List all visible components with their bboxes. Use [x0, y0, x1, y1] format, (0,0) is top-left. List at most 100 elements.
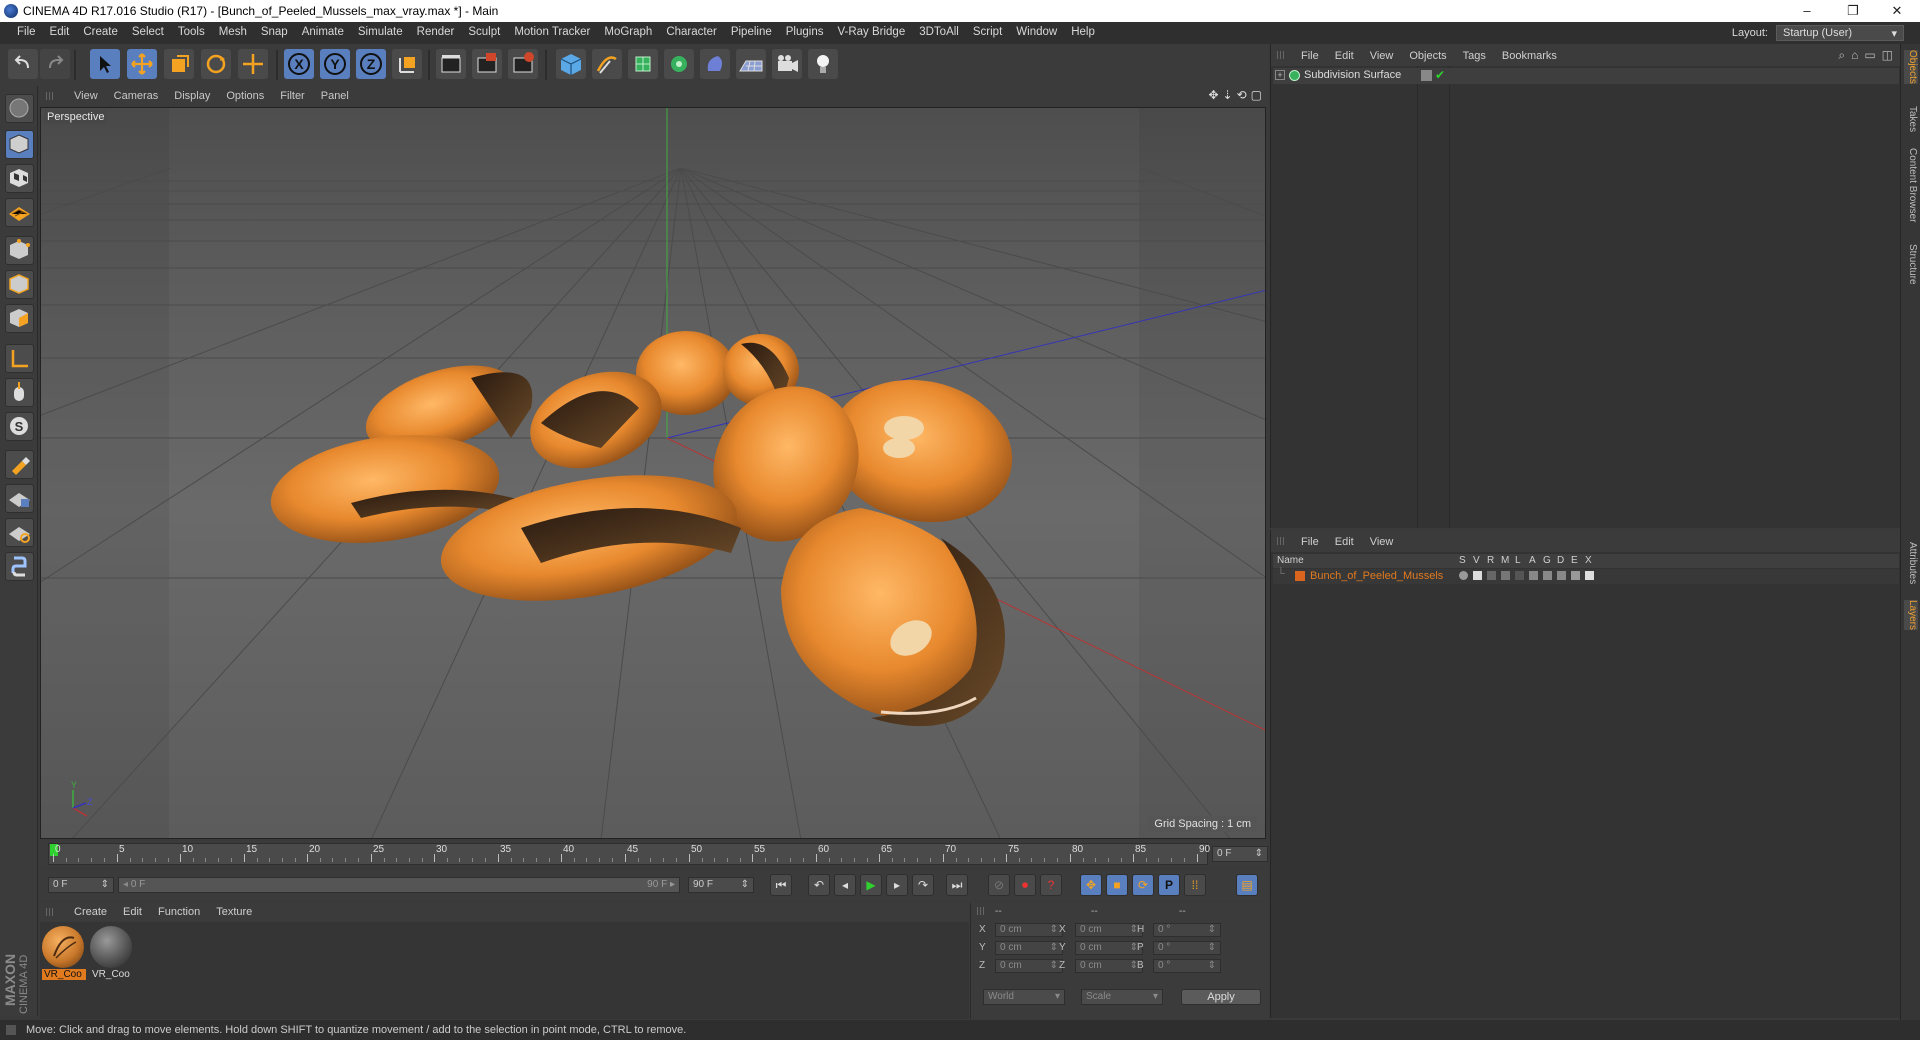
stepper-icon[interactable]: ⇕ [1050, 924, 1058, 935]
tab-content-browser[interactable]: Content Browser [1904, 148, 1918, 222]
maximize-view-icon[interactable]: ▢ [1251, 88, 1262, 102]
object-menu-file[interactable]: File [1293, 50, 1327, 62]
stepper-icon[interactable]: ⇕ [1208, 942, 1216, 953]
cube-object-button[interactable] [556, 49, 586, 79]
search-icon[interactable]: ⌕ [1838, 48, 1845, 63]
stepper-icon[interactable]: ⇕ [1208, 924, 1216, 935]
previous-frame-icon[interactable]: ◂ [834, 874, 856, 896]
manager-toggle-icon[interactable] [1501, 571, 1510, 580]
menu-render[interactable]: Render [410, 26, 462, 38]
polygons-mode-button[interactable] [5, 304, 34, 333]
redo-button[interactable] [40, 49, 70, 79]
motion-record-icon[interactable]: ⊘ [988, 874, 1010, 896]
minimize-button[interactable]: – [1784, 0, 1830, 22]
move-tool-button[interactable] [127, 49, 157, 79]
subdivision-surface-button[interactable] [628, 49, 658, 79]
viewport-menu-cameras[interactable]: Cameras [106, 90, 167, 102]
render-picture-viewer-button[interactable] [472, 49, 502, 79]
rotate-tool-button[interactable] [201, 49, 231, 79]
layer-menu-edit[interactable]: Edit [1327, 536, 1362, 548]
coord-value-field[interactable]: 0 ° ⇕ [1153, 959, 1221, 973]
tab-takes[interactable]: Takes [1904, 106, 1918, 132]
key-scale-icon[interactable]: ■ [1106, 874, 1128, 896]
current-frame-field[interactable]: 0 F ⇕ [1212, 846, 1268, 862]
render-view-button[interactable] [436, 49, 466, 79]
xref-toggle-icon[interactable] [1585, 571, 1594, 580]
render-toggle-icon[interactable] [1487, 571, 1496, 580]
undo-button[interactable] [8, 49, 38, 79]
coord-value-field[interactable]: 0 cm ⇕ [995, 941, 1063, 955]
menu-sculpt[interactable]: Sculpt [461, 26, 507, 38]
autokey-icon[interactable]: ? [1040, 874, 1062, 896]
material-swatch[interactable]: VR_Coo [90, 926, 134, 981]
model-mode-button[interactable] [5, 130, 34, 159]
lock-x-axis-button[interactable]: X [284, 49, 314, 79]
python-script-button[interactable] [5, 552, 34, 581]
menu-file[interactable]: File [10, 26, 43, 38]
maximize-icon[interactable]: ◫ [1882, 48, 1893, 63]
tab-objects[interactable]: Objects [1904, 50, 1918, 84]
render-settings-button[interactable] [508, 49, 538, 79]
coord-value-field[interactable]: 0 cm ⇕ [995, 923, 1063, 937]
planar-workplane-button[interactable] [5, 518, 34, 547]
close-button[interactable]: ✕ [1874, 0, 1920, 22]
menu-tools[interactable]: Tools [171, 26, 212, 38]
workplane-mode-button[interactable] [5, 198, 34, 227]
coord-value-field[interactable]: 0 ° ⇕ [1153, 941, 1221, 955]
select-tool-button[interactable] [90, 49, 120, 79]
new-view-icon[interactable]: ▭ [1864, 48, 1875, 63]
camera-object-button[interactable] [772, 49, 802, 79]
menu-animate[interactable]: Animate [295, 26, 351, 38]
key-rotation-icon[interactable]: ⟳ [1132, 874, 1154, 896]
light-object-button[interactable] [808, 49, 838, 79]
menu-pipeline[interactable]: Pipeline [724, 26, 779, 38]
menu-script[interactable]: Script [966, 26, 1009, 38]
orbit-icon[interactable]: ⟲ [1237, 88, 1247, 102]
menu-help[interactable]: Help [1064, 26, 1102, 38]
record-active-icon[interactable]: ⏺ [1014, 874, 1036, 896]
snap-button[interactable]: S [5, 412, 34, 441]
menu-character[interactable]: Character [659, 26, 724, 38]
object-row-subdivision-surface[interactable]: + Subdivision Surface ✔ [1273, 68, 1899, 84]
layer-color-swatch[interactable] [1295, 571, 1305, 581]
generators-toggle-icon[interactable] [1543, 571, 1552, 580]
menu-plugins[interactable]: Plugins [779, 26, 831, 38]
menu-mesh[interactable]: Mesh [212, 26, 254, 38]
cloner-button[interactable] [664, 49, 694, 79]
viewport-menu-display[interactable]: Display [166, 90, 218, 102]
material-swatch[interactable]: VR_Coo [42, 926, 86, 981]
key-parameter-icon[interactable]: P [1158, 874, 1180, 896]
stepper-icon[interactable]: ⇕ [1050, 960, 1058, 971]
lock-workplane-button[interactable] [5, 484, 34, 513]
menu-select[interactable]: Select [125, 26, 171, 38]
view-toggle-icon[interactable] [1473, 571, 1482, 580]
visibility-toggle-icon[interactable] [1421, 70, 1432, 81]
coordinate-space-dropdown[interactable]: World ▾ [983, 989, 1065, 1005]
menu-v-ray-bridge[interactable]: V-Ray Bridge [830, 26, 912, 38]
stepper-icon[interactable]: ⇕ [1208, 960, 1216, 971]
tab-attributes[interactable]: Attributes [1904, 542, 1918, 584]
key-position-icon[interactable]: ✥ [1080, 874, 1102, 896]
coord-value-field[interactable]: 0 cm ⇕ [1075, 923, 1143, 937]
magnet-tool-button[interactable] [5, 450, 34, 479]
layer-menu-file[interactable]: File [1293, 536, 1327, 548]
material-menu-function[interactable]: Function [150, 906, 208, 918]
next-frame-icon[interactable]: ▸ [886, 874, 908, 896]
object-menu-view[interactable]: View [1362, 50, 1402, 62]
size-mode-dropdown[interactable]: Scale ▾ [1081, 989, 1163, 1005]
perspective-viewport[interactable]: Y Z Perspective Grid Spacing : 1 cm [40, 107, 1266, 839]
menu-snap[interactable]: Snap [254, 26, 295, 38]
menu-create[interactable]: Create [76, 26, 125, 38]
frame-range-slider[interactable]: ◂ 0 F 90 F ▸ [118, 877, 680, 893]
viewport-menu-filter[interactable]: Filter [272, 90, 312, 102]
menu-window[interactable]: Window [1009, 26, 1064, 38]
coord-value-field[interactable]: 0 cm ⇕ [995, 959, 1063, 973]
axis-mode-button[interactable] [5, 344, 34, 373]
tab-layers[interactable]: Layers [1904, 600, 1918, 631]
restore-button[interactable]: ❐ [1830, 0, 1876, 22]
tweak-mode-button[interactable] [5, 378, 34, 407]
pan-icon[interactable]: ✥ [1208, 88, 1218, 102]
coord-value-field[interactable]: 0 cm ⇕ [1075, 941, 1143, 955]
lock-toggle-icon[interactable] [1515, 571, 1524, 580]
start-frame-field[interactable]: 0 F ⇕ [48, 877, 114, 893]
